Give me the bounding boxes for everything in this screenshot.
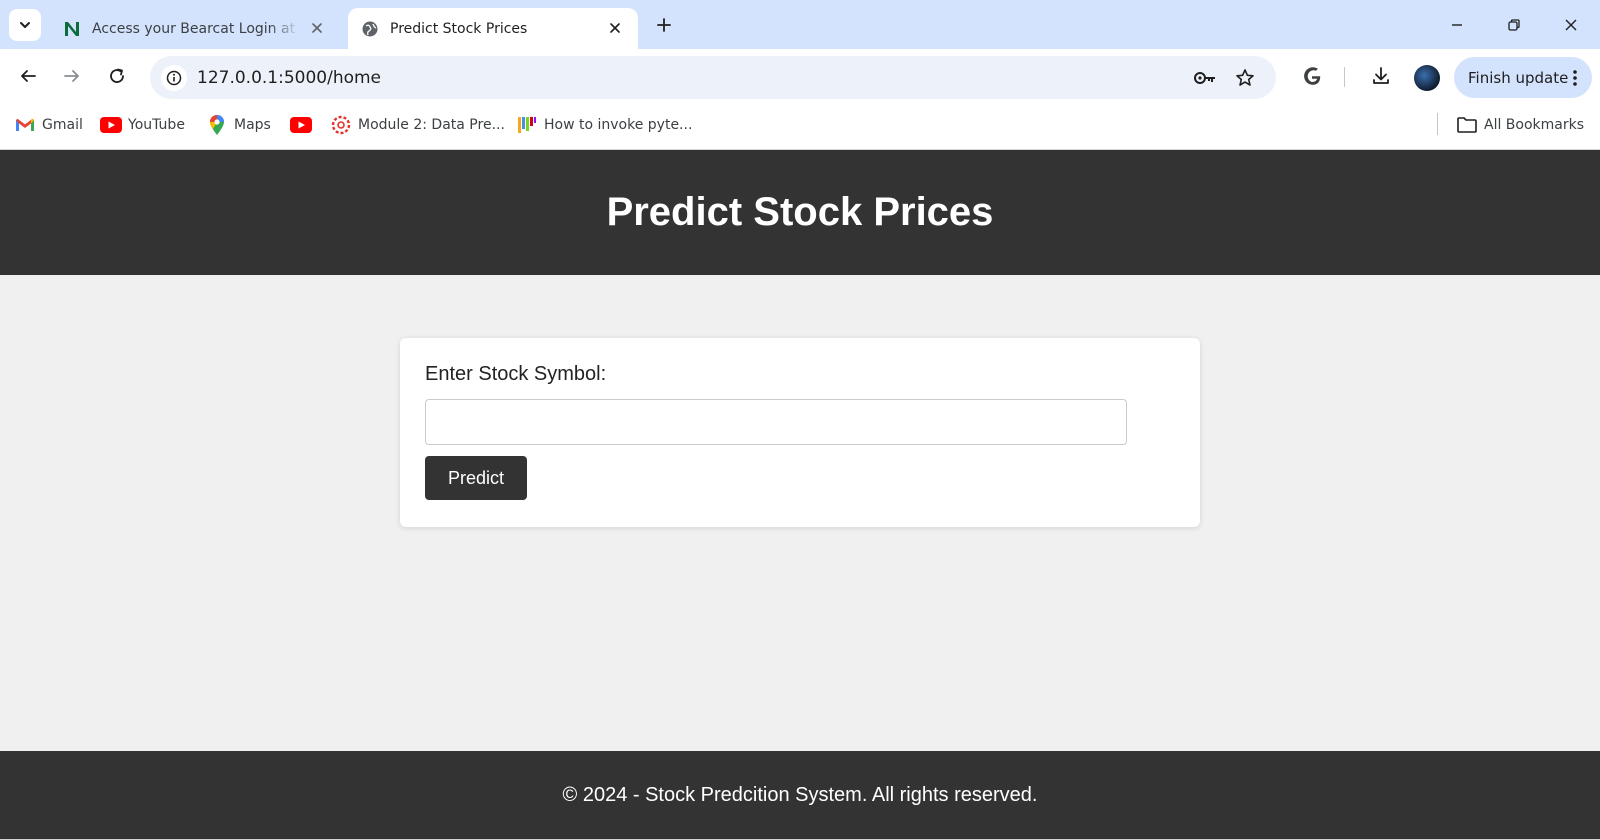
toolbar-separator [1344,67,1345,87]
bookmark-star-button[interactable] [1233,66,1257,90]
page-footer: © 2024 - Stock Predcition System. All ri… [0,751,1600,839]
password-key-button[interactable] [1193,66,1217,90]
back-button[interactable] [13,61,43,91]
bookmark-label: Maps [234,117,271,133]
predict-button[interactable]: Predict [425,456,527,500]
prediction-form-card: Enter Stock Symbol: Predict [400,338,1200,527]
minimize-icon [1452,24,1462,26]
site-info-button[interactable] [161,65,187,91]
stock-symbol-label: Enter Stock Symbol: [425,363,607,385]
close-icon [1565,19,1577,31]
globe-icon [360,19,380,39]
restore-icon [1508,19,1520,31]
bookmark-gmail[interactable]: Gmail [14,113,83,137]
plus-icon [657,18,671,32]
bookmark-youtube[interactable]: YouTube [100,113,185,137]
maps-icon [206,114,228,136]
minimize-button[interactable] [1442,10,1472,40]
finish-update-label: Finish update [1468,68,1569,87]
profile-avatar[interactable] [1414,65,1440,91]
url-text[interactable]: 127.0.0.1:5000/home [197,68,381,88]
bars-icon [516,114,538,136]
google-button[interactable] [1298,62,1326,90]
info-icon [166,70,182,86]
new-tab-button[interactable] [652,13,676,37]
bookmark-youtube-2[interactable] [290,113,318,137]
bookmark-label: Gmail [42,117,83,133]
bookmark-how-to-invoke[interactable]: How to invoke pyte... [516,113,692,137]
tab-title: Predict Stock Prices [390,20,528,37]
tab-strip: Access your Bearcat Login at No Predict … [0,0,1600,49]
arrow-left-icon [21,70,36,82]
tab-search-button[interactable] [9,9,41,41]
google-icon [1304,67,1321,85]
bookmark-maps[interactable]: Maps [206,113,271,137]
web-page: Predict Stock Prices Enter Stock Symbol:… [0,150,1600,840]
tab-close-icon[interactable] [606,19,624,37]
folder-icon [1456,114,1478,136]
more-vertical-icon [1573,70,1577,86]
bookmark-label: YouTube [128,117,185,133]
canvas-icon [330,114,352,136]
all-bookmarks-label: All Bookmarks [1484,117,1585,133]
bookmark-label: Module 2: Data Pre... [358,117,505,133]
key-icon [1194,72,1215,84]
bookmarks-separator [1437,113,1438,135]
n-logo-icon [62,19,82,39]
footer-text: © 2024 - Stock Predcition System. All ri… [562,783,1038,806]
youtube-icon [100,114,122,136]
bookmarks-bar: Gmail YouTube Maps Module 2: Data Pre...… [0,101,1600,150]
tab-bearcat-login[interactable]: Access your Bearcat Login at No [50,8,340,49]
restore-button[interactable] [1499,10,1529,40]
bookmark-module-2[interactable]: Module 2: Data Pre... [330,113,505,137]
downloads-button[interactable] [1367,62,1395,90]
gmail-icon [14,114,36,136]
forward-button[interactable] [57,61,87,91]
reload-button[interactable] [102,61,132,91]
finish-update-button[interactable]: Finish update [1454,57,1592,98]
tab-predict-stock-prices[interactable]: Predict Stock Prices [348,8,638,49]
chevron-down-icon [20,22,30,28]
bookmark-label: How to invoke pyte... [544,117,693,133]
tab-close-icon[interactable] [308,19,326,37]
arrow-right-icon [64,70,79,82]
page-title: Predict Stock Prices [606,190,994,234]
reload-icon [110,68,124,83]
star-icon [1236,69,1254,86]
tab-title: Access your Bearcat Login at No [92,20,300,37]
address-bar[interactable]: 127.0.0.1:5000/home [150,56,1276,99]
browser-toolbar: 127.0.0.1:5000/home Finish update [0,49,1600,101]
close-window-button[interactable] [1556,10,1586,40]
youtube-icon [290,114,312,136]
stock-symbol-input[interactable] [425,399,1127,445]
download-icon [1373,67,1389,84]
all-bookmarks-button[interactable]: All Bookmarks [1456,113,1584,137]
page-header: Predict Stock Prices [0,150,1600,275]
